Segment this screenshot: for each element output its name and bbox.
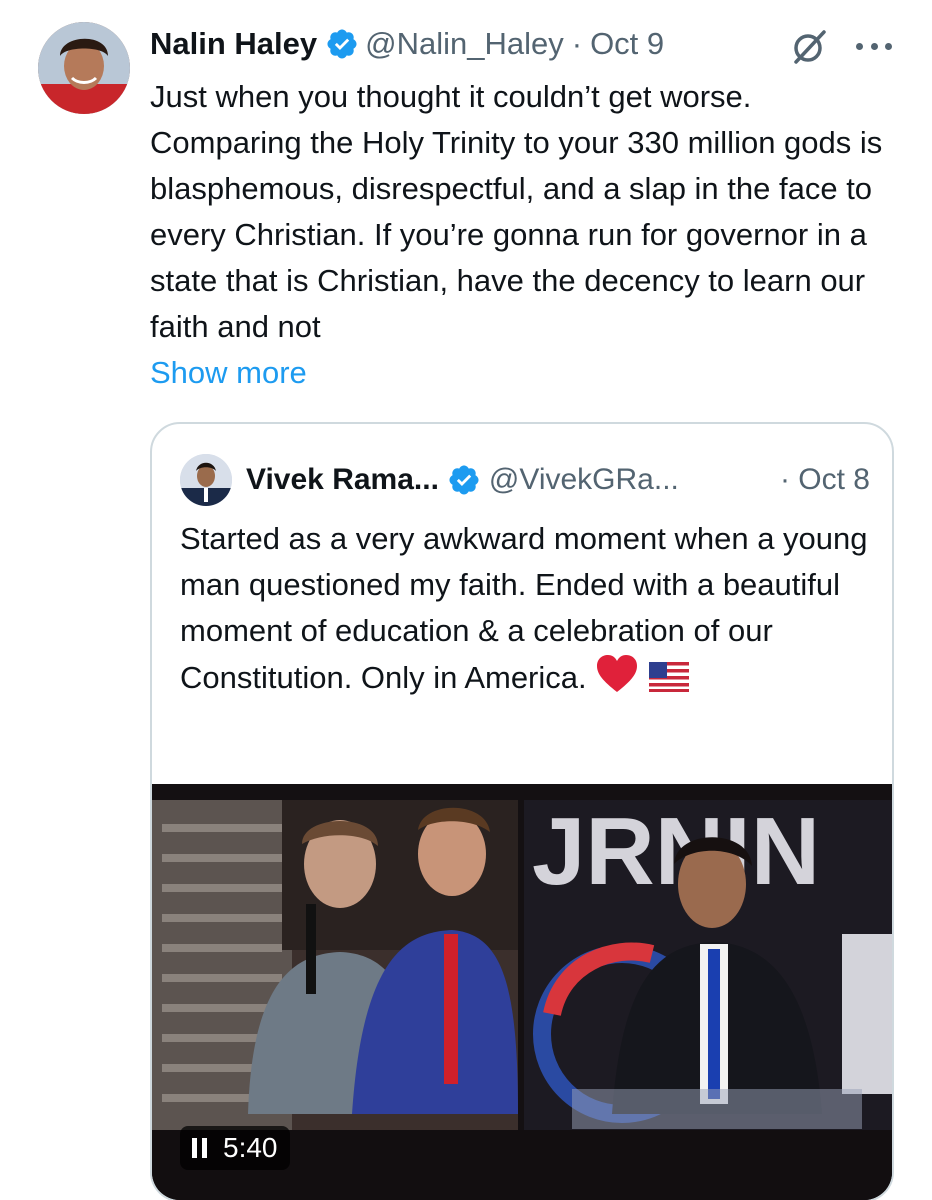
us-flag-icon	[648, 659, 689, 692]
more-options-icon[interactable]	[852, 28, 896, 64]
quoted-tweet-card[interactable]: Vivek Rama... @VivekGRa... · Oct 8 Start…	[150, 422, 894, 1200]
quoted-tweet-text: Started as a very awkward moment when a …	[180, 521, 868, 695]
quoted-tweet-date[interactable]: Oct 8	[798, 463, 870, 496]
author-name[interactable]: Nalin Haley	[150, 26, 317, 62]
quoted-author-avatar[interactable]	[180, 454, 232, 506]
quoted-tweet-date-group: · Oct 8	[780, 463, 870, 497]
pause-icon[interactable]	[192, 1138, 207, 1158]
author-handle[interactable]: @Nalin_Haley	[365, 26, 564, 62]
quoted-tweet-text-block: Started as a very awkward moment when a …	[180, 516, 870, 701]
tweet-header: Nalin Haley @Nalin_Haley · Oct 9	[150, 22, 664, 66]
video-duration: 5:40	[223, 1132, 278, 1163]
tweet-text: Just when you thought it couldn’t get wo…	[150, 79, 883, 344]
verified-badge-icon	[325, 27, 359, 61]
separator-dot: ·	[571, 26, 583, 61]
author-avatar[interactable]	[38, 22, 130, 114]
video-player[interactable]: JRNIN 5:40	[152, 784, 892, 1200]
show-more-link[interactable]: Show more	[150, 350, 307, 396]
quoted-author-name[interactable]: Vivek Rama...	[246, 463, 439, 497]
quoted-separator-dot: ·	[779, 463, 790, 496]
grok-slash-icon[interactable]	[790, 26, 830, 66]
quoted-verified-badge-icon	[447, 463, 481, 497]
video-time-badge[interactable]: 5:40	[180, 1126, 290, 1170]
quoted-tweet-header: Vivek Rama... @VivekGRa... · Oct 8	[180, 454, 870, 506]
quoted-author-handle[interactable]: @VivekGRa...	[489, 463, 679, 497]
svg-text:JRNIN: JRNIN	[532, 798, 820, 905]
red-heart-icon	[595, 654, 639, 694]
tweet-date[interactable]: Oct 9	[590, 26, 664, 62]
